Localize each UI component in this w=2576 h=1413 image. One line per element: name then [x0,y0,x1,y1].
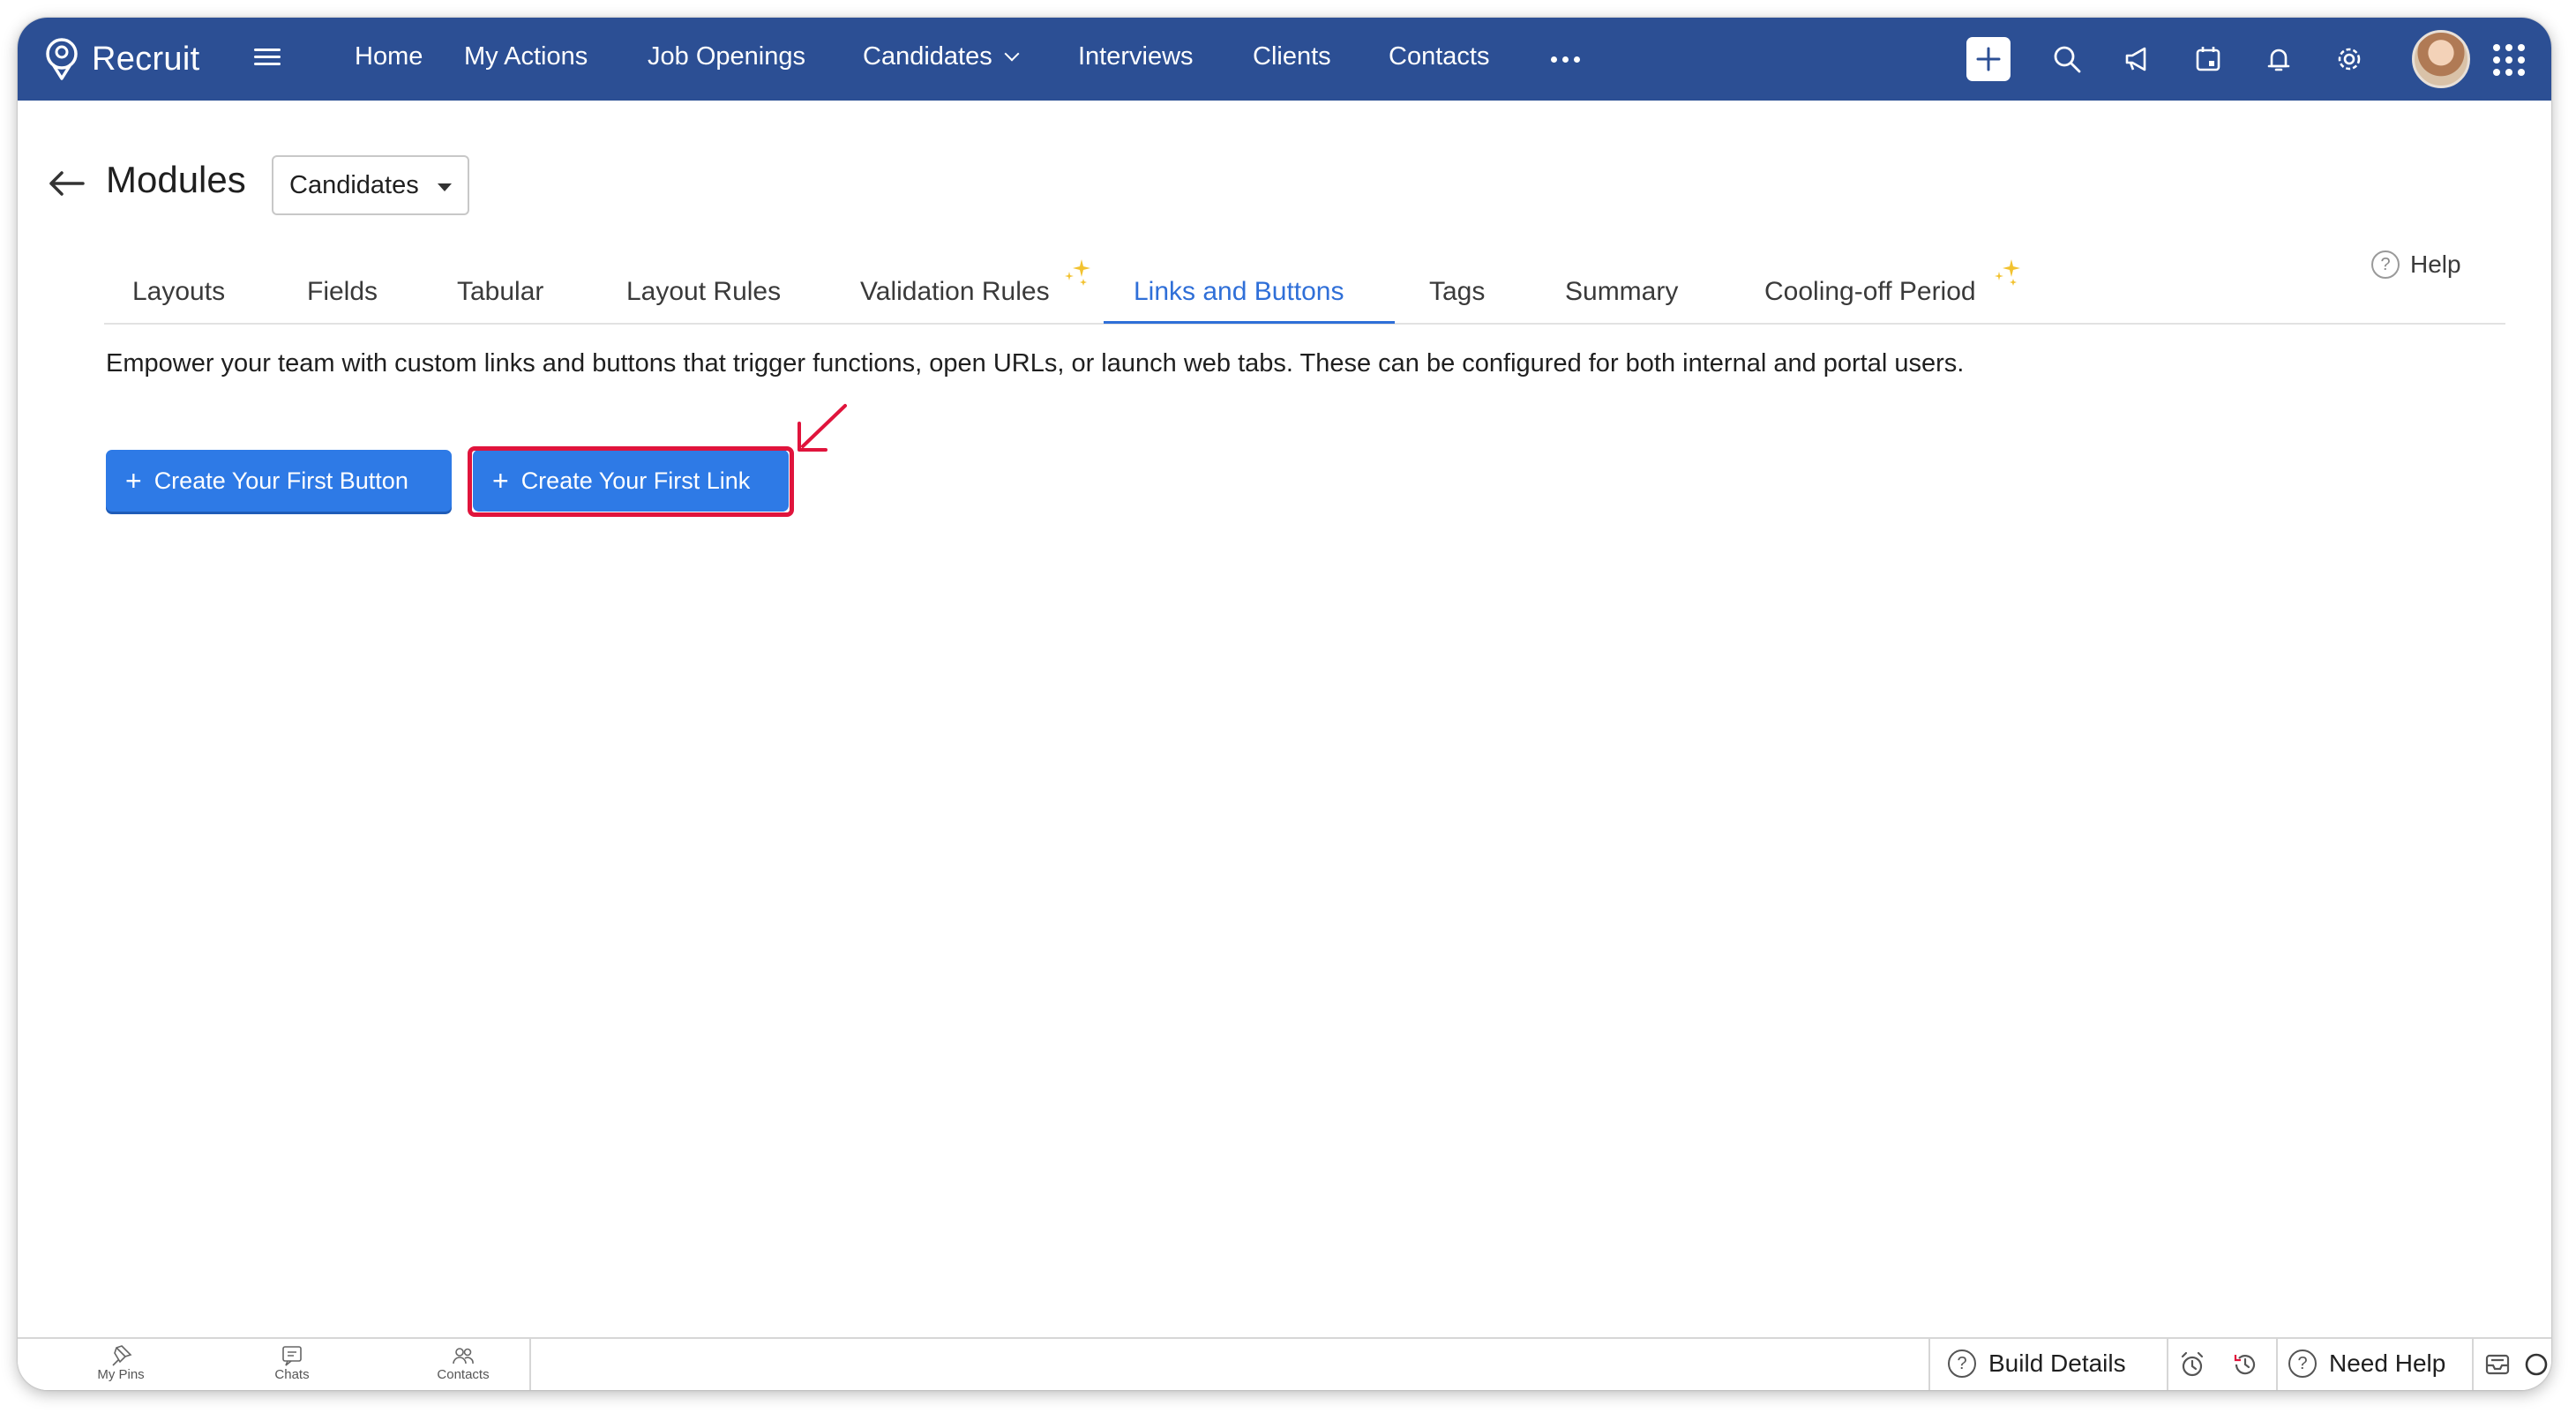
module-select[interactable]: Candidates [272,155,469,215]
chats-label: Chats [274,1367,310,1382]
history-icon[interactable] [2230,1349,2260,1379]
contacts-button[interactable]: Contacts [415,1344,512,1382]
status-circle-icon[interactable] [2521,1349,2551,1379]
need-help-label: Need Help [2329,1349,2446,1377]
help-circle-icon: ? [1948,1349,1976,1378]
nav-item-contacts[interactable]: Contacts [1389,42,1489,71]
module-select-value: Candidates [289,171,419,199]
annotation-highlight-box [468,446,794,517]
sparkle-icon [1065,259,1090,286]
nav-item-my-actions[interactable]: My Actions [464,42,588,71]
chats-button[interactable]: Chats [243,1344,341,1382]
links-buttons-description: Empower your team with custom links and … [106,349,1965,378]
app-name: Recruit [92,40,200,78]
tab-fields[interactable]: Fields [307,277,378,307]
inbox-icon[interactable] [2482,1349,2512,1379]
annotation-arrow-icon [798,404,847,452]
need-help-button[interactable]: ? Need Help [2288,1349,2445,1378]
nav-item-interviews[interactable]: Interviews [1078,42,1194,71]
hamburger-menu-icon[interactable] [254,44,281,71]
chevron-down-icon [1004,46,1020,62]
calendar-icon[interactable] [2188,39,2228,79]
create-first-button-label: Create Your First Button [154,467,408,494]
nav-item-job-openings[interactable]: Job Openings [648,42,805,71]
active-tab-indicator [1104,321,1395,324]
pin-icon [112,1345,132,1366]
bell-icon[interactable] [2258,39,2299,79]
bottom-bar: My Pins Chats Contacts ? Build Details ?… [18,1337,2551,1390]
more-horizontal-icon[interactable] [1551,56,1580,63]
tab-layouts[interactable]: Layouts [132,277,225,307]
bottom-bar-divider [2167,1339,2168,1390]
tab-validation-rules[interactable]: Validation Rules [860,277,1050,307]
help-label: Help [2410,250,2461,278]
contacts-label: Contacts [437,1367,490,1382]
contacts-icon [453,1348,474,1364]
build-details-label: Build Details [1988,1349,2126,1377]
nav-item-home[interactable]: Home [355,42,423,71]
top-navigation-bar: Recruit Home My Actions Job Openings Can… [18,18,2551,101]
bottom-bar-divider [2472,1339,2474,1390]
app-window: Recruit Home My Actions Job Openings Can… [18,18,2551,1390]
bottom-bar-divider [1928,1339,1930,1390]
nav-item-candidates[interactable]: Candidates [863,42,1020,71]
recruit-logo-icon [46,38,78,80]
plus-icon: + [125,465,142,497]
alarm-clock-icon[interactable] [2177,1349,2207,1379]
plus-icon [1976,47,2001,71]
tab-summary[interactable]: Summary [1565,277,1678,307]
announcement-icon[interactable] [2117,39,2158,79]
my-pins-label: My Pins [97,1367,145,1382]
build-details-button[interactable]: ? Build Details [1948,1349,2126,1378]
page-title: Modules [106,159,246,200]
tab-links-and-buttons[interactable]: Links and Buttons [1134,277,1344,307]
tab-tabular[interactable]: Tabular [457,277,543,307]
gear-icon[interactable] [2329,39,2370,79]
help-link[interactable]: ? Help [2371,250,2461,279]
tab-layout-rules[interactable]: Layout Rules [626,277,781,307]
chat-icon [282,1346,302,1366]
help-circle-icon: ? [2371,250,2400,279]
nav-item-candidates-label: Candidates [863,42,992,71]
tab-tags[interactable]: Tags [1429,277,1485,307]
search-icon[interactable] [2047,39,2087,79]
caret-down-icon [438,183,452,191]
back-arrow-icon[interactable] [44,166,88,201]
apps-grid-icon[interactable] [2493,44,2525,76]
help-circle-icon: ? [2288,1349,2317,1378]
sparkle-icon [1995,259,2020,286]
nav-item-clients[interactable]: Clients [1253,42,1331,71]
tab-cooling-off-period[interactable]: Cooling-off Period [1764,277,1976,307]
avatar[interactable] [2412,30,2470,88]
create-first-button-button[interactable]: + Create Your First Button [106,450,452,512]
app-logo[interactable]: Recruit [42,34,199,85]
bottom-bar-divider [2276,1339,2278,1390]
bottom-bar-divider [529,1339,531,1390]
quick-create-button[interactable] [1966,37,2011,81]
my-pins-button[interactable]: My Pins [72,1344,169,1382]
